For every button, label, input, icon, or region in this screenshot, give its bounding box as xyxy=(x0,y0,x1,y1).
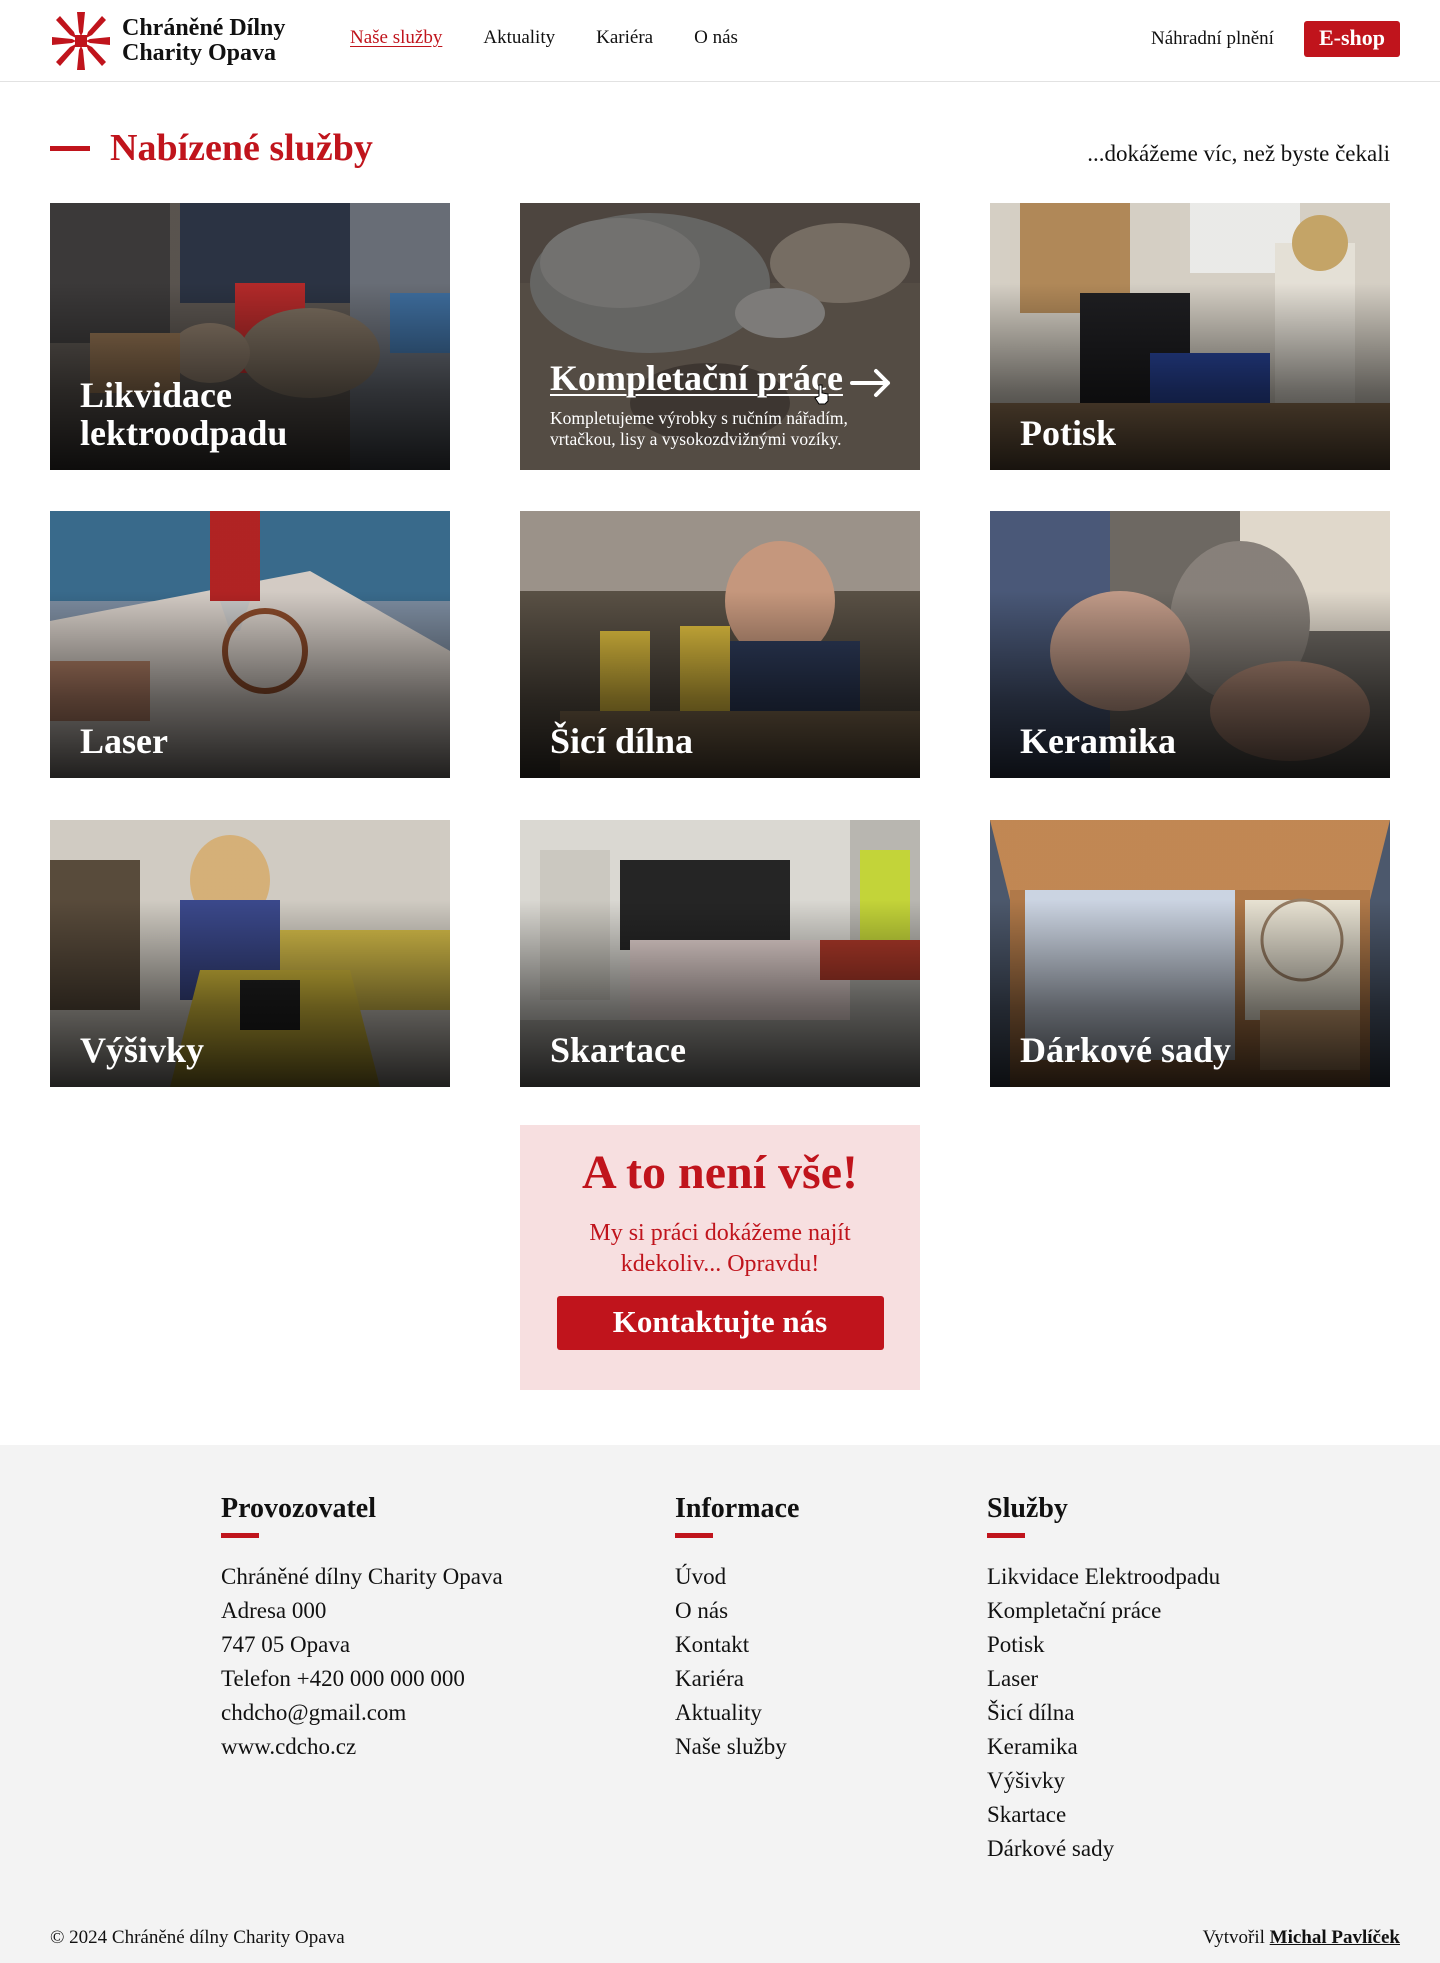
footer-service-link[interactable]: Potisk xyxy=(987,1632,1045,1657)
footer-link-kontakt[interactable]: Kontakt xyxy=(675,1632,749,1657)
copyright: © 2024 Chráněné dílny Charity Opava xyxy=(50,1927,345,1948)
tile-title: Potisk xyxy=(1020,413,1117,453)
footer-phone: Telefon +420 000 000 000 xyxy=(221,1666,465,1691)
tile-title: Šicí dílna xyxy=(550,721,694,761)
nav-o-nas[interactable]: O nás xyxy=(694,27,738,49)
tile-title: Likvidace lektroodpadu xyxy=(80,375,288,453)
contact-button[interactable]: Kontaktujte nás xyxy=(556,1296,884,1350)
footer-service-link[interactable]: Výšivky xyxy=(987,1768,1065,1793)
brand-line-2: Charity Opava xyxy=(122,40,277,66)
arrow-right-icon xyxy=(850,369,890,397)
tile-title: Kompletační práce xyxy=(550,358,843,398)
footer-heading: Provozovatel xyxy=(221,1493,376,1524)
footer-service-link[interactable]: Laser xyxy=(987,1666,1038,1691)
service-tile-darkove-sady[interactable]: Dárkové sady xyxy=(990,820,1390,1087)
charity-cross-icon xyxy=(52,12,110,70)
nav-kariera[interactable]: Kariéra xyxy=(596,27,653,49)
heading-accent-bar xyxy=(50,145,90,151)
nav-aktuality[interactable]: Aktuality xyxy=(483,27,555,49)
footer-service-link[interactable]: Keramika xyxy=(987,1734,1078,1759)
contact-promo: A to není vše! My si práci dokážeme nají… xyxy=(520,1125,920,1390)
footer-heading-underline xyxy=(987,1533,1025,1538)
footer-column-operator: Provozovatel Chráněné dílny Charity Opav… xyxy=(221,1493,503,1764)
service-tile-vysivky[interactable]: Výšivky xyxy=(50,820,450,1087)
tile-title: Keramika xyxy=(1020,721,1176,761)
footer-company-name: Chráněné dílny Charity Opava xyxy=(221,1564,503,1589)
site-header: Chráněné Dílny Charity Opava Naše služby… xyxy=(0,0,1440,82)
tile-title: Výšivky xyxy=(80,1030,205,1070)
promo-text: My si práci dokážeme najít kdekoliv... O… xyxy=(589,1220,851,1277)
site-footer: Provozovatel Chráněné dílny Charity Opav… xyxy=(0,1445,1440,1963)
section-tagline: ...dokážeme víc, než byste čekali xyxy=(1087,141,1390,166)
footer-service-link[interactable]: Kompletační práce xyxy=(987,1598,1161,1623)
footer-link-uvod[interactable]: Úvod xyxy=(675,1564,726,1589)
nav-nahradni-plneni[interactable]: Náhradní plnění xyxy=(1151,28,1274,50)
footer-link-kariera[interactable]: Kariéra xyxy=(675,1666,744,1691)
footer-service-link[interactable]: Dárkové sady xyxy=(987,1836,1114,1861)
footer-service-link[interactable]: Likvidace Elektroodpadu xyxy=(987,1564,1220,1589)
service-tile-keramika[interactable]: Keramika xyxy=(990,511,1390,778)
footer-website: www.cdcho.cz xyxy=(221,1734,357,1759)
brand-name: Chráněné Dílny Charity Opava xyxy=(122,16,285,66)
service-tile-skartace[interactable]: Skartace xyxy=(520,820,920,1087)
footer-address: Adresa 000 xyxy=(221,1598,327,1623)
footer-heading: Služby xyxy=(987,1493,1068,1524)
footer-column-services: Služby Likvidace Elektroodpadu Kompletač… xyxy=(987,1493,1220,1866)
site-logo[interactable]: Chráněné Dílny Charity Opava xyxy=(50,10,285,72)
service-tile-potisk[interactable]: Potisk xyxy=(990,203,1390,470)
footer-heading-underline xyxy=(675,1533,713,1538)
footer-column-info: Informace Úvod O nás Kontakt Kariéra Akt… xyxy=(675,1493,799,1764)
footer-link-aktuality[interactable]: Aktuality xyxy=(675,1700,762,1725)
tile-title: Laser xyxy=(80,721,168,761)
tile-description: Kompletujeme výrobky s ručním nářadím, v… xyxy=(550,408,848,449)
credits: Vytvořil Michal Pavlíček xyxy=(1203,1927,1400,1949)
header-actions: Náhradní plnění E-shop xyxy=(1151,21,1400,57)
footer-link-nase-sluzby[interactable]: Naše služby xyxy=(675,1734,787,1759)
eshop-button[interactable]: E-shop xyxy=(1303,21,1400,57)
footer-city: 747 05 Opava xyxy=(221,1632,351,1657)
footer-heading: Informace xyxy=(675,1493,800,1524)
main-nav: Naše služby Aktuality Kariéra O nás xyxy=(350,27,779,49)
tile-title: Skartace xyxy=(550,1030,686,1070)
nav-nase-sluzby[interactable]: Naše služby xyxy=(350,27,442,49)
footer-link-o-nas[interactable]: O nás xyxy=(675,1598,728,1623)
author-link[interactable]: Michal Pavlíček xyxy=(1270,1927,1400,1948)
promo-title: A to není vše! xyxy=(582,1146,858,1199)
page-title: Nabízené služby xyxy=(110,127,373,169)
footer-service-link[interactable]: Skartace xyxy=(987,1802,1066,1827)
footer-heading-underline xyxy=(221,1533,259,1538)
service-tile-laser[interactable]: Laser xyxy=(50,511,450,778)
service-tile-sici-dilna[interactable]: Šicí dílna xyxy=(520,511,920,778)
footer-service-link[interactable]: Šicí dílna xyxy=(987,1700,1075,1725)
service-tile-kompletacni[interactable]: Kompletační práce Kompletujeme výrobky s… xyxy=(520,203,920,470)
service-tile-likvidace[interactable]: Likvidace lektroodpadu xyxy=(50,203,450,470)
brand-line-1: Chráněné Dílny xyxy=(122,15,286,41)
section-heading: Nabízené služby xyxy=(50,126,373,170)
tile-title: Dárkové sady xyxy=(1020,1030,1232,1070)
footer-email: chdcho@gmail.com xyxy=(221,1700,407,1725)
credits-prefix: Vytvořil xyxy=(1202,1927,1265,1948)
hand-cursor-icon xyxy=(814,384,829,405)
